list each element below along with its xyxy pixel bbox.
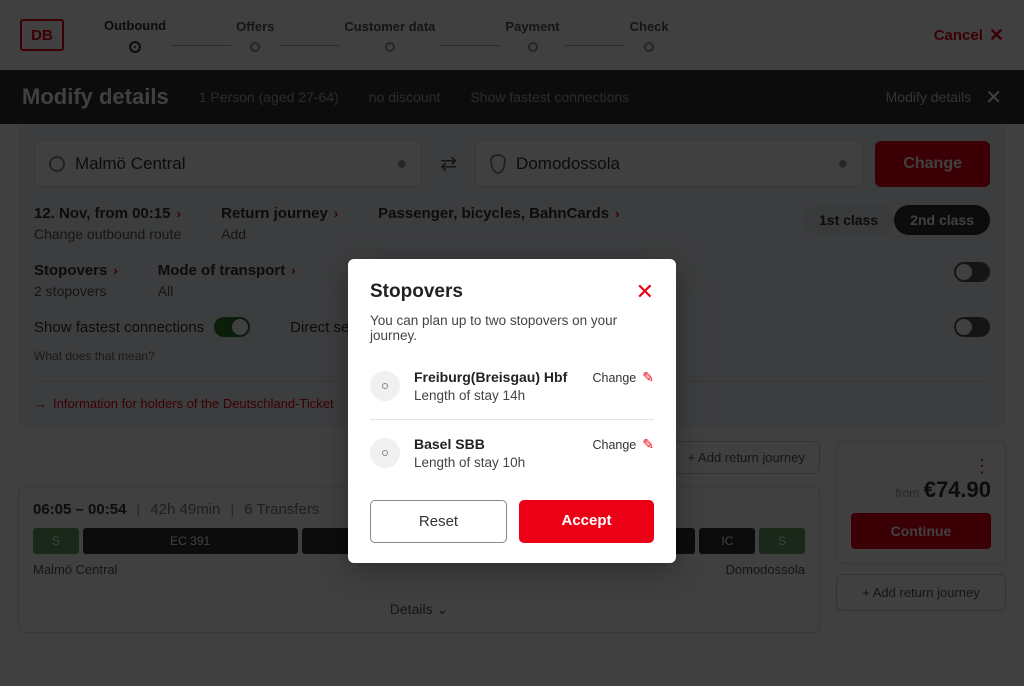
stopover-length: Length of stay 10h — [414, 455, 578, 470]
pencil-icon: ✎ — [642, 369, 654, 386]
stopover-name: Freiburg(Breisgau) Hbf — [414, 369, 578, 385]
stopover-item: Basel SBB Length of stay 10h Change ✎ — [370, 419, 654, 478]
stopovers-modal: Stopovers ✕ You can plan up to two stopo… — [348, 259, 676, 563]
modal-title: Stopovers — [370, 281, 463, 303]
stopover-length: Length of stay 14h — [414, 388, 578, 403]
stopover-icon — [370, 438, 400, 468]
pencil-icon: ✎ — [642, 436, 654, 453]
reset-button[interactable]: Reset — [370, 500, 507, 543]
stopover-change-button[interactable]: Change ✎ — [592, 369, 654, 386]
modal-close-icon[interactable]: ✕ — [636, 279, 654, 305]
stopover-item: Freiburg(Breisgau) Hbf Length of stay 14… — [370, 361, 654, 411]
accept-button[interactable]: Accept — [519, 500, 654, 543]
stopover-change-button[interactable]: Change ✎ — [592, 436, 654, 453]
modal-description: You can plan up to two stopovers on your… — [370, 313, 654, 343]
stopover-name: Basel SBB — [414, 436, 578, 452]
stopover-icon — [370, 371, 400, 401]
